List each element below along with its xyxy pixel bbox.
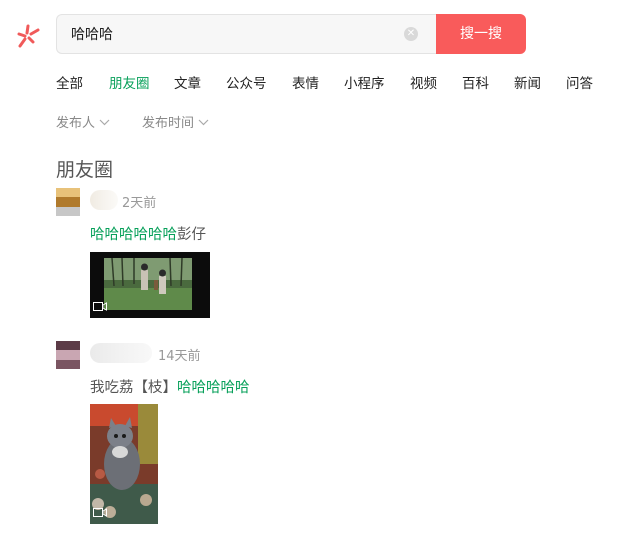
video-camera-icon [93,296,107,315]
avatar[interactable] [56,341,80,369]
tab-news[interactable]: 新闻 [514,72,541,92]
author-name-blurred[interactable] [90,343,152,363]
filter-publish-time-label: 发布时间 [142,116,195,131]
post-time: 14天前 [158,349,201,364]
search-button[interactable]: 搜一搜 [436,14,526,54]
filter-publisher-label: 发布人 [56,116,96,131]
chevron-down-icon [99,115,110,130]
filter-publisher[interactable]: 发布人 [56,112,110,131]
tab-qa[interactable]: 问答 [566,72,593,92]
post-text-plain: 我吃荔【枝】 [90,380,177,396]
tab-stickers[interactable]: 表情 [292,72,319,92]
post-time: 2天前 [122,196,157,211]
clear-search-icon[interactable]: ✕ [404,27,418,41]
avatar[interactable] [56,188,80,216]
video-thumbnail[interactable] [90,404,158,524]
tab-official-accounts[interactable]: 公众号 [226,72,267,92]
post-text-rest: 彭仔 [177,227,206,243]
chevron-down-icon [198,115,209,130]
tab-articles[interactable]: 文章 [174,72,201,92]
post-text: 我吃荔【枝】哈哈哈哈哈 [90,376,250,397]
post-text: 哈哈哈哈哈哈彭仔 [90,223,206,244]
post-text-highlight: 哈哈哈哈哈哈 [90,227,177,243]
filter-publish-time[interactable]: 发布时间 [142,112,209,131]
video-camera-icon [93,502,107,521]
tab-moments[interactable]: 朋友圈 [109,72,150,92]
tab-mini-programs[interactable]: 小程序 [344,72,385,92]
video-thumbnail[interactable] [90,252,210,318]
post-text-highlight: 哈哈哈哈哈 [177,380,250,396]
section-title: 朋友圈 [56,159,114,181]
tab-encyclopedia[interactable]: 百科 [462,72,489,92]
search-box: ✕ [56,14,436,54]
tab-videos[interactable]: 视频 [410,72,437,92]
search-input[interactable] [71,15,381,53]
app-logo-icon[interactable] [14,22,42,50]
tab-all[interactable]: 全部 [56,72,83,92]
author-name-blurred[interactable] [90,190,118,210]
video-frame-image [90,252,210,318]
